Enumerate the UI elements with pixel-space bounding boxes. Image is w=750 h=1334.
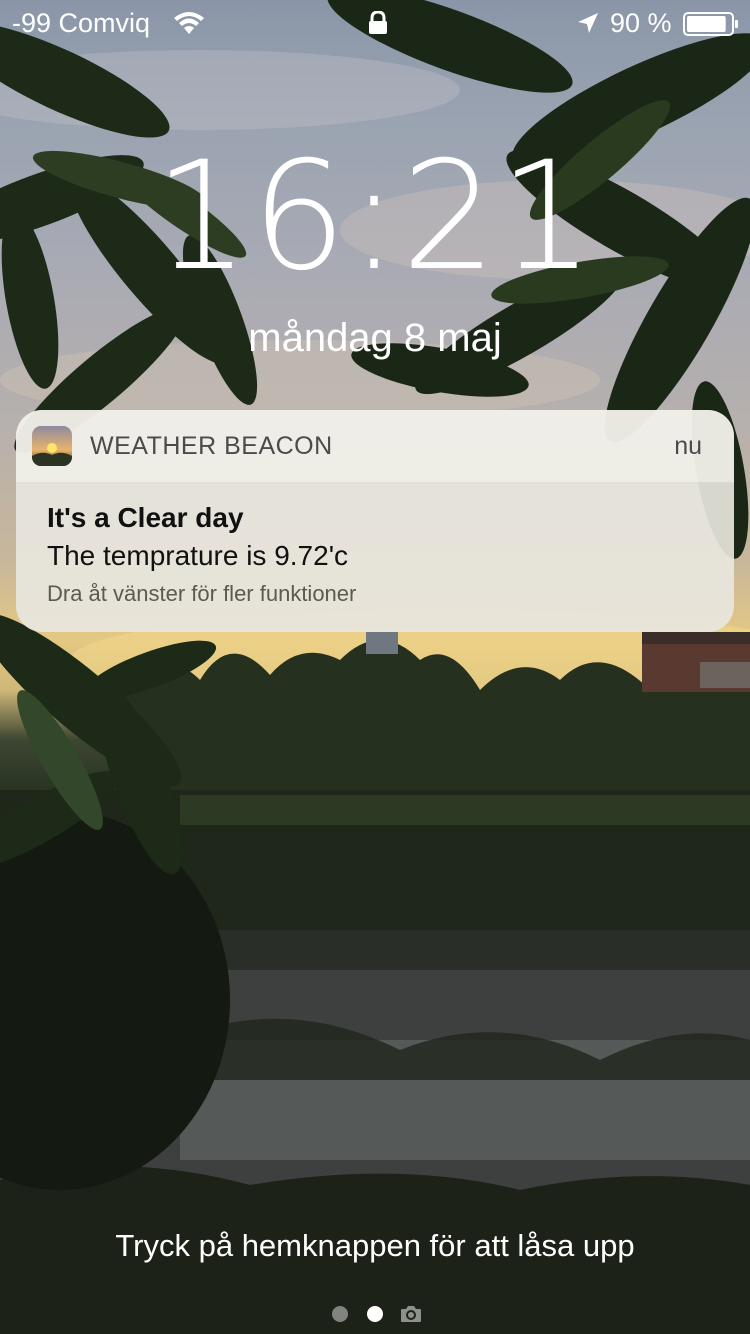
location-arrow-icon (578, 13, 598, 33)
lock-screen-time: 16:21 (153, 130, 597, 304)
notification-app-name: WEATHER BEACON (90, 432, 333, 460)
notification-swipe-hint: Dra åt vänster för fler funktioner (47, 581, 357, 606)
status-bar: -99 Comviq 90 % (0, 0, 750, 48)
battery-icon (683, 12, 738, 36)
camera-icon[interactable] (400, 1304, 422, 1324)
page-dot-current (367, 1306, 383, 1322)
sun-landscape-icon (32, 426, 72, 466)
notification-time: nu (674, 432, 702, 460)
carrier-label: -99 Comviq (12, 8, 151, 38)
notification-card[interactable]: WEATHER BEACON nu It's a Clear day The t… (16, 410, 734, 632)
notification-body: The temprature is 9.72'c (47, 540, 349, 571)
lock-icon (369, 11, 387, 34)
page-indicator[interactable] (330, 1302, 430, 1326)
unlock-hint: Tryck på hemknappen för att låsa upp (115, 1228, 635, 1263)
page-dot (332, 1306, 348, 1322)
battery-percentage: 90 % (610, 8, 672, 38)
wifi-icon (174, 12, 204, 34)
lock-screen-date: måndag 8 maj (248, 316, 502, 360)
notification-header: WEATHER BEACON nu (16, 410, 734, 483)
notification-title: It's a Clear day (47, 502, 244, 533)
